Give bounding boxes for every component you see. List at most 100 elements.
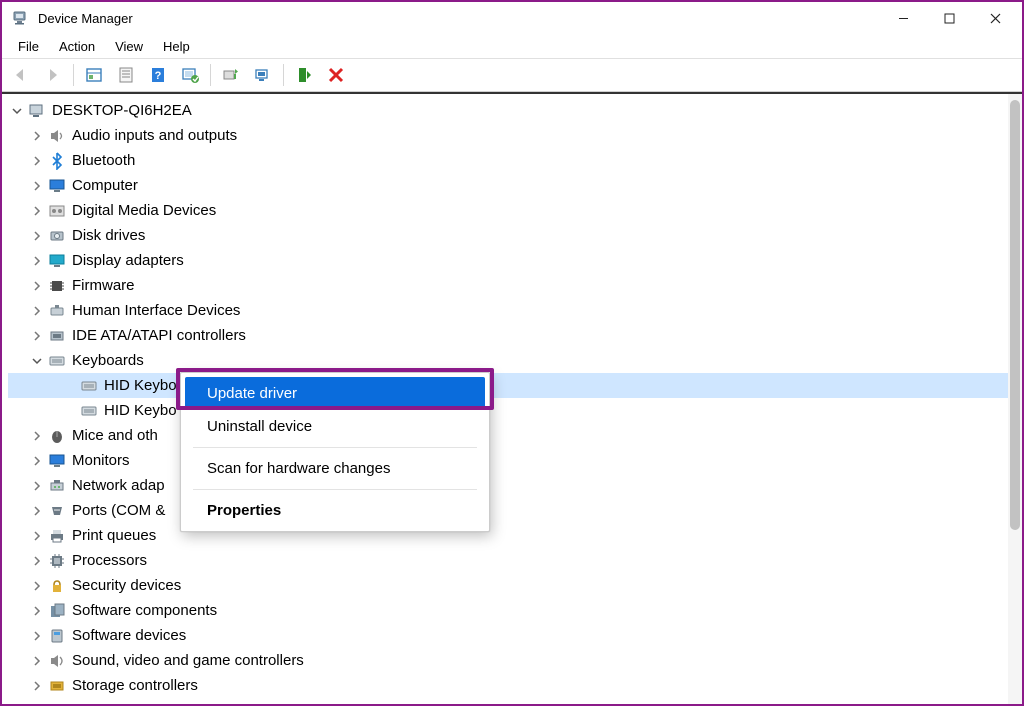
chevron-right-icon[interactable] — [30, 179, 44, 193]
menu-help[interactable]: Help — [153, 36, 200, 57]
toolbar-separator — [210, 64, 211, 86]
toolbar-separator — [283, 64, 284, 86]
printer-icon — [48, 527, 66, 545]
tree-item-digital-media[interactable]: Digital Media Devices — [8, 198, 1022, 223]
scrollbar-thumb[interactable] — [1010, 100, 1020, 530]
tree-label: System devices — [72, 699, 177, 705]
tree-item-software-components[interactable]: Software components — [8, 598, 1022, 623]
tree-item-ide[interactable]: IDE ATA/ATAPI controllers — [8, 323, 1022, 348]
chevron-right-icon[interactable] — [30, 679, 44, 693]
chevron-right-icon[interactable] — [30, 154, 44, 168]
hid-icon — [48, 302, 66, 320]
minimize-button[interactable] — [880, 2, 926, 34]
tree-label: Monitors — [72, 449, 130, 473]
media-icon — [48, 202, 66, 220]
chevron-right-icon[interactable] — [30, 229, 44, 243]
system-icon — [48, 702, 66, 705]
chevron-right-icon[interactable] — [30, 529, 44, 543]
tree-item-display[interactable]: Display adapters — [8, 248, 1022, 273]
chevron-right-icon[interactable] — [30, 129, 44, 143]
menu-file[interactable]: File — [8, 36, 49, 57]
enable-device-button[interactable] — [289, 62, 319, 88]
back-button[interactable] — [6, 62, 36, 88]
bluetooth-icon — [48, 152, 66, 170]
tree-label: Security devices — [72, 574, 181, 598]
tree-item-print-queues[interactable]: Print queues — [8, 523, 1022, 548]
forward-button[interactable] — [38, 62, 68, 88]
chevron-right-icon[interactable] — [30, 279, 44, 293]
tree-label: Digital Media Devices — [72, 199, 216, 223]
chevron-right-icon[interactable] — [30, 454, 44, 468]
chevron-down-icon[interactable] — [30, 354, 44, 368]
tree-label: HID Keybo — [104, 374, 177, 398]
chevron-down-icon[interactable] — [10, 104, 24, 118]
chevron-right-icon[interactable] — [30, 329, 44, 343]
chevron-right-icon[interactable] — [30, 429, 44, 443]
tree-item-firmware[interactable]: Firmware — [8, 273, 1022, 298]
chevron-right-icon[interactable] — [30, 579, 44, 593]
tree-label: Storage controllers — [72, 674, 198, 698]
tree-item-software-devices[interactable]: Software devices — [8, 623, 1022, 648]
tree-item-network[interactable]: Network adap — [8, 473, 1022, 498]
chevron-right-icon[interactable] — [30, 479, 44, 493]
tree-item-audio[interactable]: Audio inputs and outputs — [8, 123, 1022, 148]
tree-item-system-devices[interactable]: System devices — [8, 698, 1022, 704]
tree-label: Software devices — [72, 624, 186, 648]
chevron-right-icon[interactable] — [30, 629, 44, 643]
ctx-properties[interactable]: Properties — [185, 494, 485, 527]
expander-none — [62, 404, 76, 418]
chevron-right-icon[interactable] — [30, 254, 44, 268]
menu-action[interactable]: Action — [49, 36, 105, 57]
computer-icon — [28, 102, 46, 120]
tree-item-mice[interactable]: Mice and oth — [8, 423, 1022, 448]
svg-text:?: ? — [155, 70, 162, 82]
tree-item-processors[interactable]: Processors — [8, 548, 1022, 573]
tree-item-hid-keyboard-1[interactable]: HID Keybo — [8, 373, 1022, 398]
device-tree[interactable]: DESKTOP-QI6H2EA Audio inputs and outputs… — [2, 94, 1022, 704]
chevron-right-icon[interactable] — [30, 604, 44, 618]
chevron-right-icon[interactable] — [30, 554, 44, 568]
tree-label: Ports (COM & — [72, 499, 165, 523]
tree-item-bluetooth[interactable]: Bluetooth — [8, 148, 1022, 173]
tree-root[interactable]: DESKTOP-QI6H2EA — [8, 98, 1022, 123]
tree-item-storage[interactable]: Storage controllers — [8, 673, 1022, 698]
tree-item-ports[interactable]: Ports (COM & — [8, 498, 1022, 523]
lock-icon — [48, 577, 66, 595]
chevron-right-icon[interactable] — [30, 304, 44, 318]
tree-item-sound[interactable]: Sound, video and game controllers — [8, 648, 1022, 673]
tree-item-monitors[interactable]: Monitors — [8, 448, 1022, 473]
tree-item-hid-keyboard-2[interactable]: HID Keybo — [8, 398, 1022, 423]
chevron-right-icon[interactable] — [30, 654, 44, 668]
tree-label: Software components — [72, 599, 217, 623]
tree-label: Processors — [72, 549, 147, 573]
disk-icon — [48, 227, 66, 245]
tree-label: Human Interface Devices — [72, 299, 240, 323]
close-button[interactable] — [972, 2, 1018, 34]
scan-hardware-button[interactable] — [175, 62, 205, 88]
menu-view[interactable]: View — [105, 36, 153, 57]
help-button[interactable]: ? — [143, 62, 173, 88]
vertical-scrollbar[interactable] — [1008, 94, 1022, 704]
chevron-right-icon[interactable] — [30, 204, 44, 218]
show-hidden-button[interactable] — [79, 62, 109, 88]
tree-item-computer[interactable]: Computer — [8, 173, 1022, 198]
ctx-uninstall-device[interactable]: Uninstall device — [185, 410, 485, 443]
device-manager-icon — [12, 9, 30, 27]
keyboard-icon — [80, 377, 98, 395]
cpu-icon — [48, 552, 66, 570]
tree-item-security[interactable]: Security devices — [8, 573, 1022, 598]
ctx-scan-hardware[interactable]: Scan for hardware changes — [185, 452, 485, 485]
maximize-button[interactable] — [926, 2, 972, 34]
chevron-right-icon[interactable] — [30, 704, 44, 705]
uninstall-button[interactable] — [248, 62, 278, 88]
update-driver-button[interactable] — [216, 62, 246, 88]
ctx-update-driver[interactable]: Update driver — [185, 377, 485, 410]
tree-item-disk[interactable]: Disk drives — [8, 223, 1022, 248]
tree-item-hid[interactable]: Human Interface Devices — [8, 298, 1022, 323]
tree-label: Network adap — [72, 474, 165, 498]
chevron-right-icon[interactable] — [30, 504, 44, 518]
disable-device-button[interactable] — [321, 62, 351, 88]
tree-item-keyboards[interactable]: Keyboards — [8, 348, 1022, 373]
properties-button[interactable] — [111, 62, 141, 88]
expander-none — [62, 379, 76, 393]
